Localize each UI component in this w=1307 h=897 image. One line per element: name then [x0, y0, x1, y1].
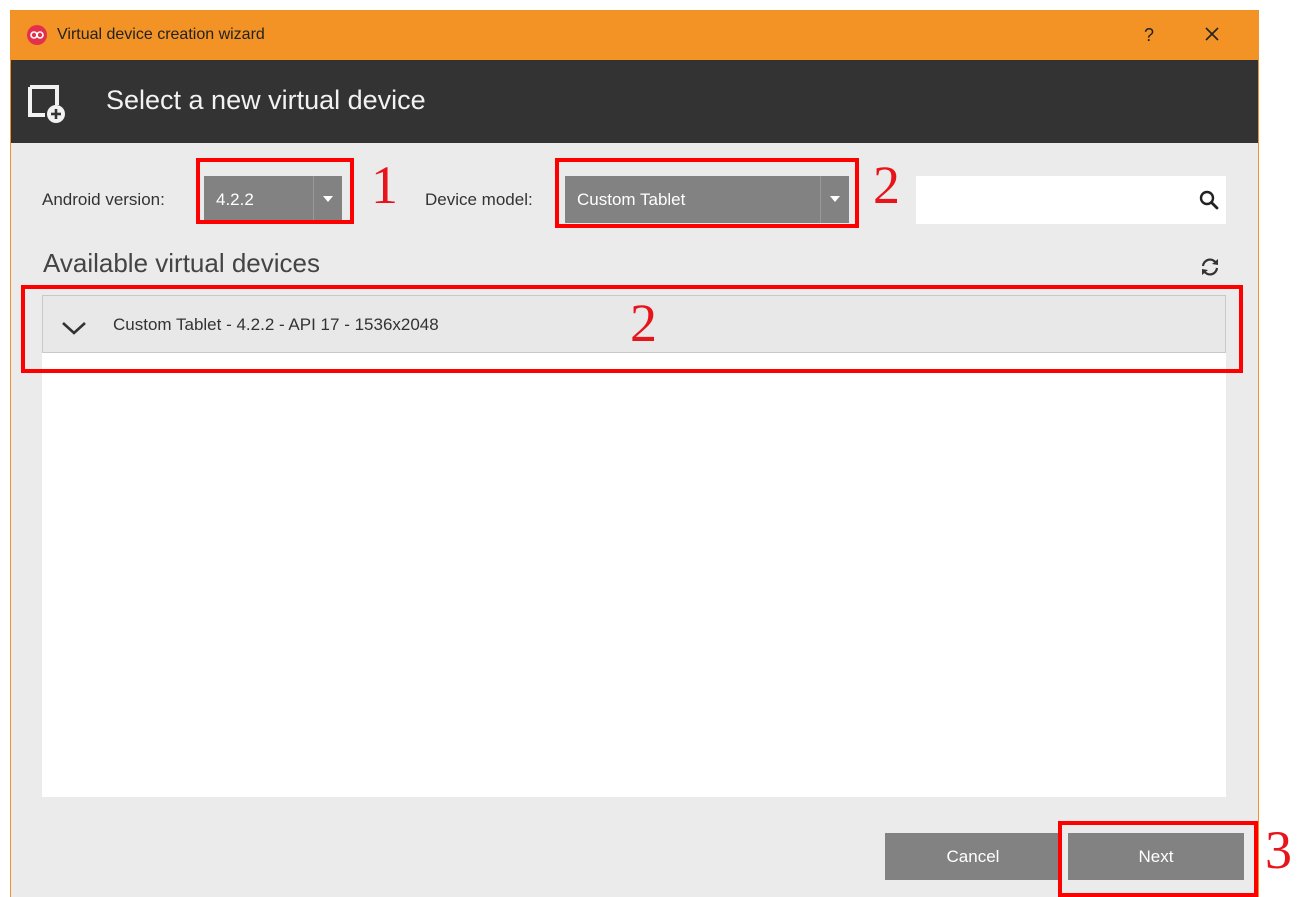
page-title: Select a new virtual device: [106, 85, 426, 115]
android-version-value: 4.2.2: [216, 190, 254, 209]
android-version-select[interactable]: 4.2.2: [204, 176, 342, 223]
new-device-icon: [28, 85, 65, 123]
available-devices-title: Available virtual devices: [43, 248, 320, 278]
refresh-icon[interactable]: [1199, 256, 1221, 278]
close-button[interactable]: [1197, 22, 1227, 48]
device-model-label: Device model:: [425, 190, 533, 209]
next-button[interactable]: Next: [1068, 833, 1244, 880]
cancel-button[interactable]: Cancel: [885, 833, 1061, 880]
device-model-value: Custom Tablet: [577, 190, 686, 209]
android-version-dropdown-toggle[interactable]: [313, 176, 342, 223]
chevron-down-icon[interactable]: [61, 320, 87, 336]
wizard-header: Select a new virtual device: [11, 60, 1258, 143]
device-model-select[interactable]: Custom Tablet: [565, 176, 849, 223]
title-bar: Virtual device creation wizard ?: [11, 10, 1258, 60]
device-model-dropdown-toggle[interactable]: [820, 176, 849, 223]
device-item-label: Custom Tablet - 4.2.2 - API 17 - 1536x20…: [113, 315, 439, 334]
search-input[interactable]: [916, 176, 1186, 224]
caret-down-icon: [323, 196, 333, 202]
annotation-marker-2b: 2: [630, 293, 657, 353]
device-list: Custom Tablet - 4.2.2 - API 17 - 1536x20…: [42, 295, 1226, 797]
annotation-marker-3: 3: [1265, 820, 1292, 880]
window-title: Virtual device creation wizard: [57, 26, 265, 43]
genymotion-logo-icon: [27, 25, 47, 45]
caret-down-icon: [830, 196, 840, 202]
close-icon: [1205, 27, 1219, 41]
help-button[interactable]: ?: [1134, 22, 1164, 48]
android-version-label: Android version:: [42, 190, 165, 209]
annotation-marker-2a: 2: [873, 155, 900, 215]
search-box[interactable]: [916, 176, 1226, 224]
wizard-window: Virtual device creation wizard ? Select …: [10, 10, 1259, 897]
annotation-marker-1: 1: [371, 155, 398, 215]
search-icon[interactable]: [1198, 189, 1220, 211]
